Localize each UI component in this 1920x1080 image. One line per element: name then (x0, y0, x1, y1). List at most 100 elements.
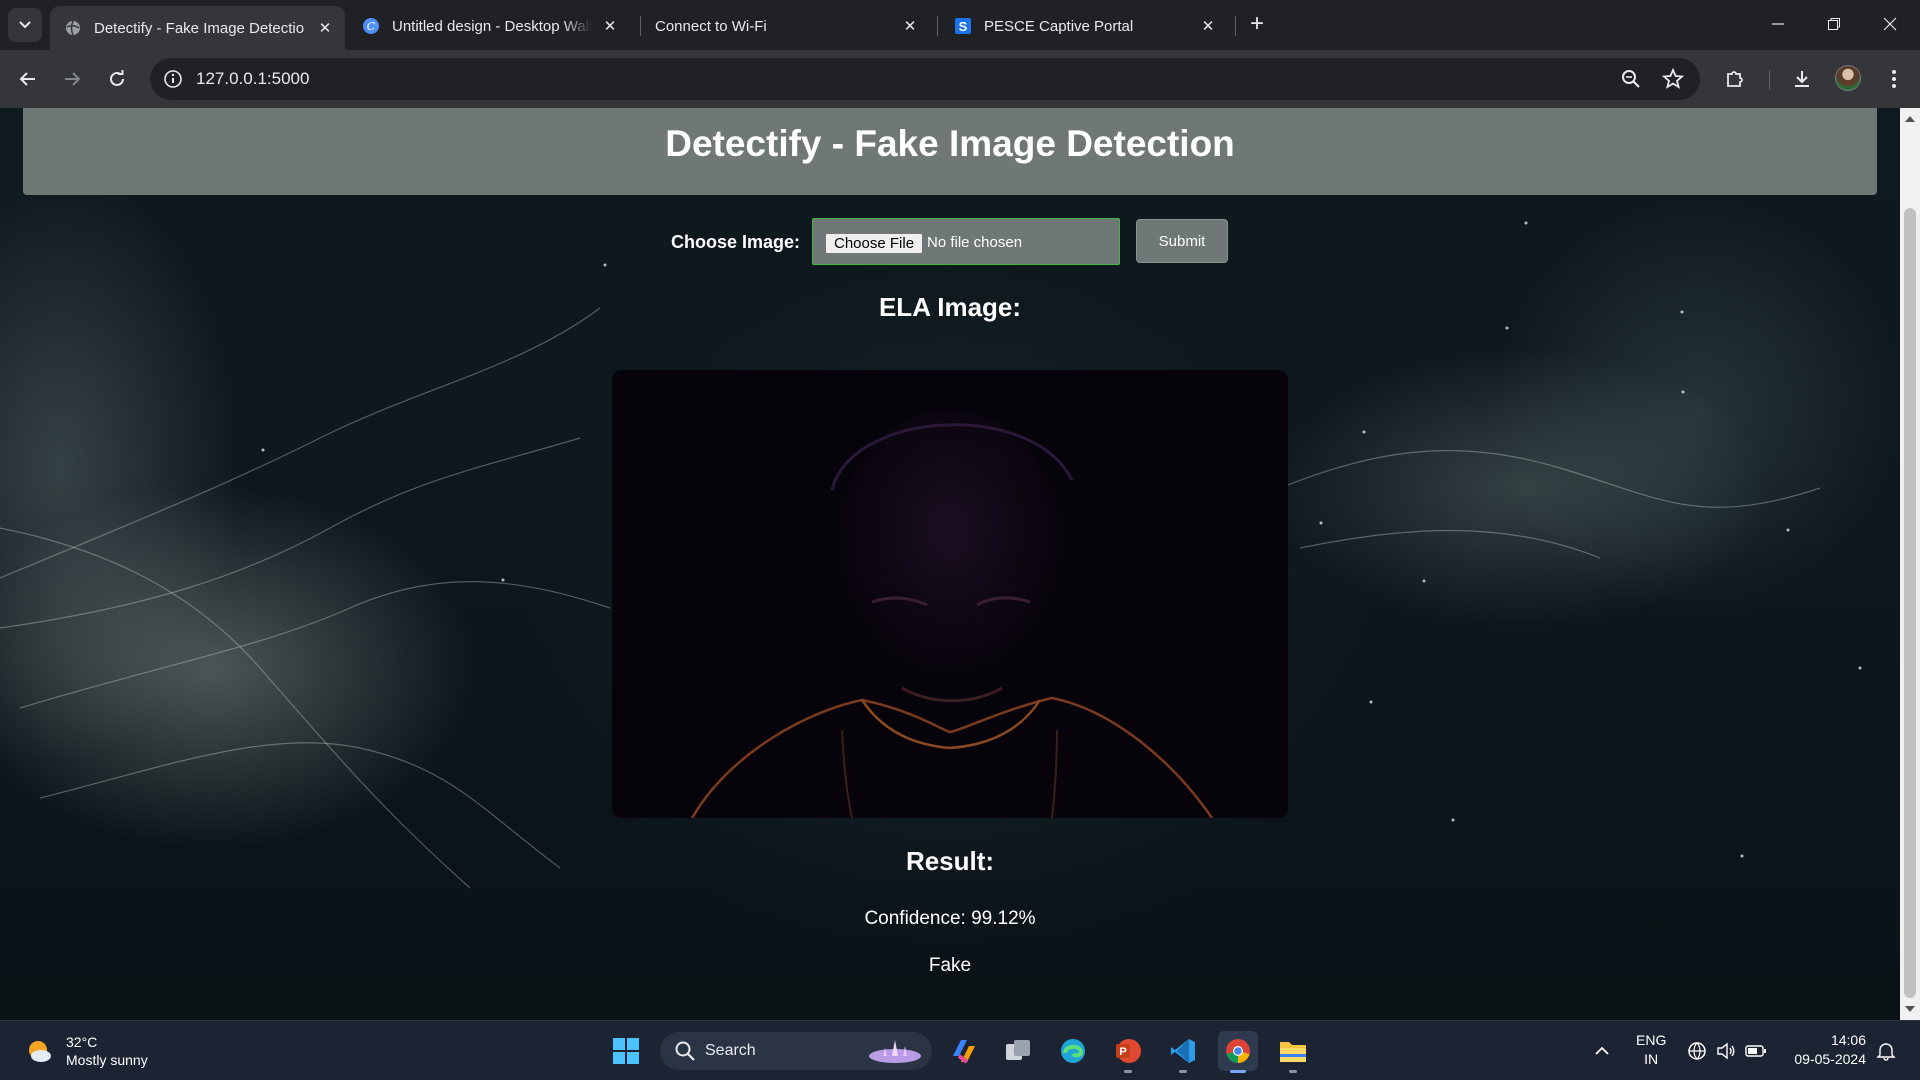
profile-avatar[interactable] (1835, 65, 1861, 91)
taskbar-task-view[interactable] (998, 1031, 1038, 1071)
tab-wifi[interactable]: Connect to Wi-Fi ✕ (641, 6, 930, 46)
new-tab-button[interactable]: + (1244, 12, 1270, 38)
lang-line1: ENG (1636, 1032, 1667, 1048)
result-heading: Result: (905, 846, 995, 876)
notification-bell-icon[interactable] (1876, 1041, 1896, 1061)
zoom-icon[interactable] (1620, 68, 1642, 90)
restore-icon (1828, 18, 1840, 30)
clock-date: 09-05-2024 (1794, 1051, 1866, 1067)
close-tab-icon[interactable]: ✕ (900, 16, 920, 36)
taskbar-copilot[interactable] (944, 1031, 984, 1071)
svg-text:P: P (1119, 1046, 1126, 1058)
edge-icon (1061, 1039, 1085, 1063)
volume-icon[interactable] (1716, 1041, 1736, 1061)
close-tab-icon[interactable]: ✕ (1198, 16, 1218, 36)
confidence-text: Confidence: 99.12% (864, 908, 1036, 929)
tab-title: Untitled design - Desktop Wallp (392, 17, 592, 35)
copilot-icon (953, 1040, 975, 1064)
puzzle-icon (1727, 71, 1743, 87)
vscode-icon (1171, 1039, 1195, 1063)
tab-title: PESCE Captive Portal (984, 17, 1134, 35)
language-indicator[interactable]: ENG IN (1636, 1031, 1666, 1069)
download-icon (1795, 71, 1809, 87)
verdict-text: Fake (928, 955, 972, 976)
upload-form: Choose Image: Choose File No file chosen… (0, 218, 1900, 266)
close-icon (1883, 17, 1897, 31)
tab-title: Connect to Wi-Fi (655, 17, 767, 35)
reload-icon (110, 70, 124, 86)
canva-icon: C (362, 17, 380, 35)
address-bar[interactable]: 127.0.0.1:5000 (150, 58, 1700, 100)
downloads-button[interactable] (1787, 64, 1817, 94)
extensions-button[interactable] (1720, 64, 1750, 94)
powerpoint-icon: P (1116, 1039, 1141, 1063)
scroll-up-arrow[interactable] (1905, 116, 1915, 122)
arrow-left-icon (19, 72, 35, 86)
taskbar-powerpoint[interactable]: P (1108, 1031, 1148, 1073)
back-button[interactable] (13, 64, 43, 94)
tab-canva[interactable]: C Untitled design - Desktop Wallp ✕ (348, 6, 630, 46)
menu-button[interactable] (1879, 64, 1909, 94)
close-tab-icon[interactable]: ✕ (600, 16, 620, 36)
folder-icon (1280, 1042, 1306, 1062)
choose-file-button[interactable]: Choose File (825, 233, 924, 254)
taskbar-edge[interactable] (1053, 1031, 1093, 1071)
toolbar-divider (1769, 70, 1770, 90)
minimize-icon (1772, 23, 1784, 25)
tray-chevron-up-icon[interactable] (1594, 1043, 1610, 1059)
weather-desc: Mostly sunny (66, 1052, 148, 1068)
clock[interactable]: 14:06 09-05-2024 (1786, 1031, 1866, 1069)
submit-button[interactable]: Submit (1136, 219, 1228, 263)
url-text[interactable]: 127.0.0.1:5000 (196, 69, 309, 89)
close-tab-icon[interactable]: ✕ (315, 18, 335, 38)
minimize-button[interactable] (1758, 10, 1798, 38)
reload-button[interactable] (102, 64, 132, 94)
lang-line2: IN (1644, 1051, 1659, 1067)
bookmark-star-icon[interactable] (1662, 68, 1684, 90)
windows-logo-icon (613, 1038, 639, 1064)
start-button[interactable] (606, 1031, 646, 1071)
restore-button[interactable] (1814, 10, 1854, 38)
tab-pesce[interactable]: S PESCE Captive Portal ✕ (940, 6, 1228, 46)
network-globe-icon[interactable] (1687, 1041, 1707, 1061)
search-highlight-icon (869, 1040, 921, 1063)
search-icon (675, 1041, 695, 1061)
running-indicator (1289, 1070, 1297, 1073)
sun-cloud-icon (29, 1041, 51, 1062)
scroll-down-arrow[interactable] (1905, 1006, 1915, 1012)
chevron-down-icon (19, 21, 31, 29)
taskbar-file-explorer[interactable] (1273, 1031, 1313, 1073)
windows-taskbar: 32°C Mostly sunny Search P ENG IN 14:06 … (0, 1020, 1920, 1080)
svg-text:C: C (367, 20, 376, 33)
weather-widget[interactable]: 32°C Mostly sunny (24, 1033, 148, 1069)
page-viewport: Detectify - Fake Image Detection Choose … (0, 108, 1900, 1020)
file-input[interactable]: Choose File No file chosen (812, 218, 1120, 265)
tab-search-button[interactable] (8, 8, 42, 42)
file-status-text: No file chosen (927, 234, 1023, 251)
chrome-icon (1226, 1039, 1250, 1063)
weather-temp: 32°C (66, 1034, 98, 1050)
forward-button[interactable] (57, 64, 87, 94)
running-indicator (1124, 1070, 1132, 1073)
close-window-button[interactable] (1870, 10, 1910, 38)
more-vert-icon (1892, 70, 1896, 88)
s-logo-icon: S (954, 17, 972, 35)
site-info-icon[interactable] (162, 68, 184, 90)
battery-icon[interactable] (1745, 1041, 1767, 1061)
browser-tab-strip: Detectify - Fake Image Detectio ✕ C Unti… (0, 0, 1920, 50)
globe-icon (64, 19, 82, 37)
task-view-icon (1006, 1040, 1030, 1060)
tab-detectify[interactable]: Detectify - Fake Image Detectio ✕ (50, 6, 345, 50)
taskbar-chrome[interactable] (1218, 1031, 1258, 1073)
clock-time: 14:06 (1830, 1032, 1866, 1048)
page-scrollbar[interactable] (1900, 108, 1920, 1020)
taskbar-search[interactable]: Search (660, 1032, 932, 1070)
taskbar-vscode[interactable] (1163, 1031, 1203, 1073)
ela-heading: ELA Image: (878, 292, 1022, 322)
search-label: Search (705, 1042, 756, 1059)
tab-separator (937, 16, 938, 36)
scroll-thumb[interactable] (1904, 208, 1916, 998)
choose-image-label: Choose Image: (671, 232, 801, 252)
page-title: Detectify - Fake Image Detection (665, 122, 1235, 164)
running-indicator (1230, 1070, 1246, 1073)
